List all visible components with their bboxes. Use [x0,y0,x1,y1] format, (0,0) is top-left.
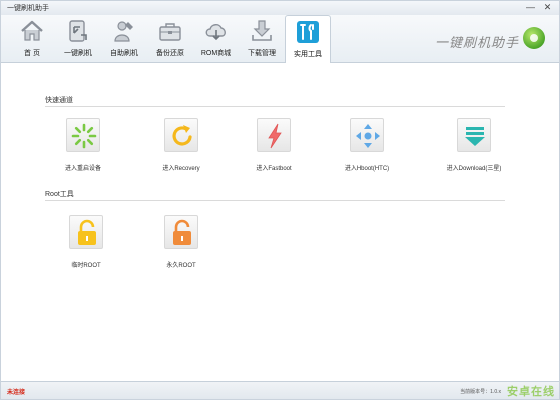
section-title-root: Root工具 [45,191,74,198]
brand-text: 一键刷机助手 [435,35,520,50]
enter-fastboot-label: 进入Fastboot [256,166,292,172]
temp-root-tile [69,215,103,249]
temp-root-button[interactable]: 临时ROOT [46,215,126,269]
window-title: 一键刷机助手 [7,5,49,12]
nav-one-click-flash[interactable]: 一键刷机 [55,15,101,63]
nav-tools[interactable]: 实用工具 [285,15,331,64]
loading-spinner-icon [71,123,97,149]
nav-backup-restore[interactable]: 备份还原 [147,15,193,63]
permanent-root-label: 永久ROOT [166,263,196,269]
enter-hboot-button[interactable]: 进入Hboot(HTC) [327,118,407,172]
lightning-icon [268,123,282,149]
nav-download-manager[interactable]: 下载管理 [239,15,285,63]
reboot-device-tile [66,118,100,152]
section-title-quick: 快速通道 [45,97,73,104]
refresh-arrow-icon [172,125,192,146]
section-divider-quick [45,106,505,107]
app-window: 一键刷机助手 — ✕ 首 页 一键刷机 自助刷机 备份还原 ROM商城 下载管理… [0,0,560,400]
lock-orange-icon [173,219,191,245]
nav-rom-store[interactable]: ROM商城 [193,15,239,63]
enter-download-tile [457,118,491,152]
enter-recovery-button[interactable]: 进入Recovery [141,118,221,172]
dpad-arrows-icon [356,124,380,148]
nav-self-flash[interactable]: 自助刷机 [101,15,147,63]
title-bar: 一键刷机助手 — ✕ [1,1,559,15]
flash-phone-icon [69,20,87,42]
enter-fastboot-tile [257,118,291,152]
tools-icon [297,21,319,43]
brand-ball-icon [523,27,545,49]
enter-recovery-tile [164,118,198,152]
enter-download-label: 进入Download(三星) [446,166,502,172]
minimize-button[interactable]: — [525,2,536,13]
wrench-person-icon [114,21,133,42]
enter-download-button[interactable]: 进入Download(三星) [434,118,514,172]
lock-yellow-icon [78,219,96,245]
enter-hboot-label: 进入Hboot(HTC) [344,166,390,172]
nav-download-manager-label: 下载管理 [248,50,276,57]
permanent-root-tile [164,215,198,249]
main-nav: 首 页 一键刷机 自助刷机 备份还原 ROM商城 下载管理 实用工具 [9,15,331,64]
tools-panel: 快速通道 进入重启设备 进入Recovery 进入Fastboot 进入Hboo… [1,63,559,381]
reboot-device-button[interactable]: 进入重启设备 [43,118,123,172]
temp-root-label: 临时ROOT [71,263,101,269]
nav-home-label: 首 页 [24,50,40,57]
nav-tools-label: 实用工具 [294,51,322,58]
window-controls: — ✕ [525,2,553,13]
status-bar: 未连接 当前版本号：1.0.x 安卓在线 [1,381,559,399]
download-tray-icon [252,20,272,41]
home-icon [21,20,43,41]
nav-backup-restore-label: 备份还原 [156,50,184,57]
enter-fastboot-button[interactable]: 进入Fastboot [234,118,314,172]
main-toolbar: 首 页 一键刷机 自助刷机 备份还原 ROM商城 下载管理 实用工具 一键刷机助… [1,15,559,64]
nav-home[interactable]: 首 页 [9,15,55,63]
download-arrow-icon [465,127,485,146]
connection-status: 未连接 [7,390,26,396]
nav-one-click-flash-label: 一键刷机 [64,50,92,57]
enter-hboot-tile [350,118,384,152]
permanent-root-button[interactable]: 永久ROOT [141,215,221,269]
enter-recovery-label: 进入Recovery [162,166,200,172]
section-divider-root [45,200,505,201]
toolbox-icon [159,23,181,41]
reboot-device-label: 进入重启设备 [64,166,101,172]
nav-rom-store-label: ROM商城 [200,50,232,57]
cloud-download-icon [205,24,226,41]
brand-logo: 一键刷机助手 [435,23,545,55]
nav-self-flash-label: 自助刷机 [110,50,138,57]
close-button[interactable]: ✕ [542,2,553,13]
site-watermark: 安卓在线 [507,386,555,398]
version-text: 当前版本号：1.0.x [460,389,501,395]
